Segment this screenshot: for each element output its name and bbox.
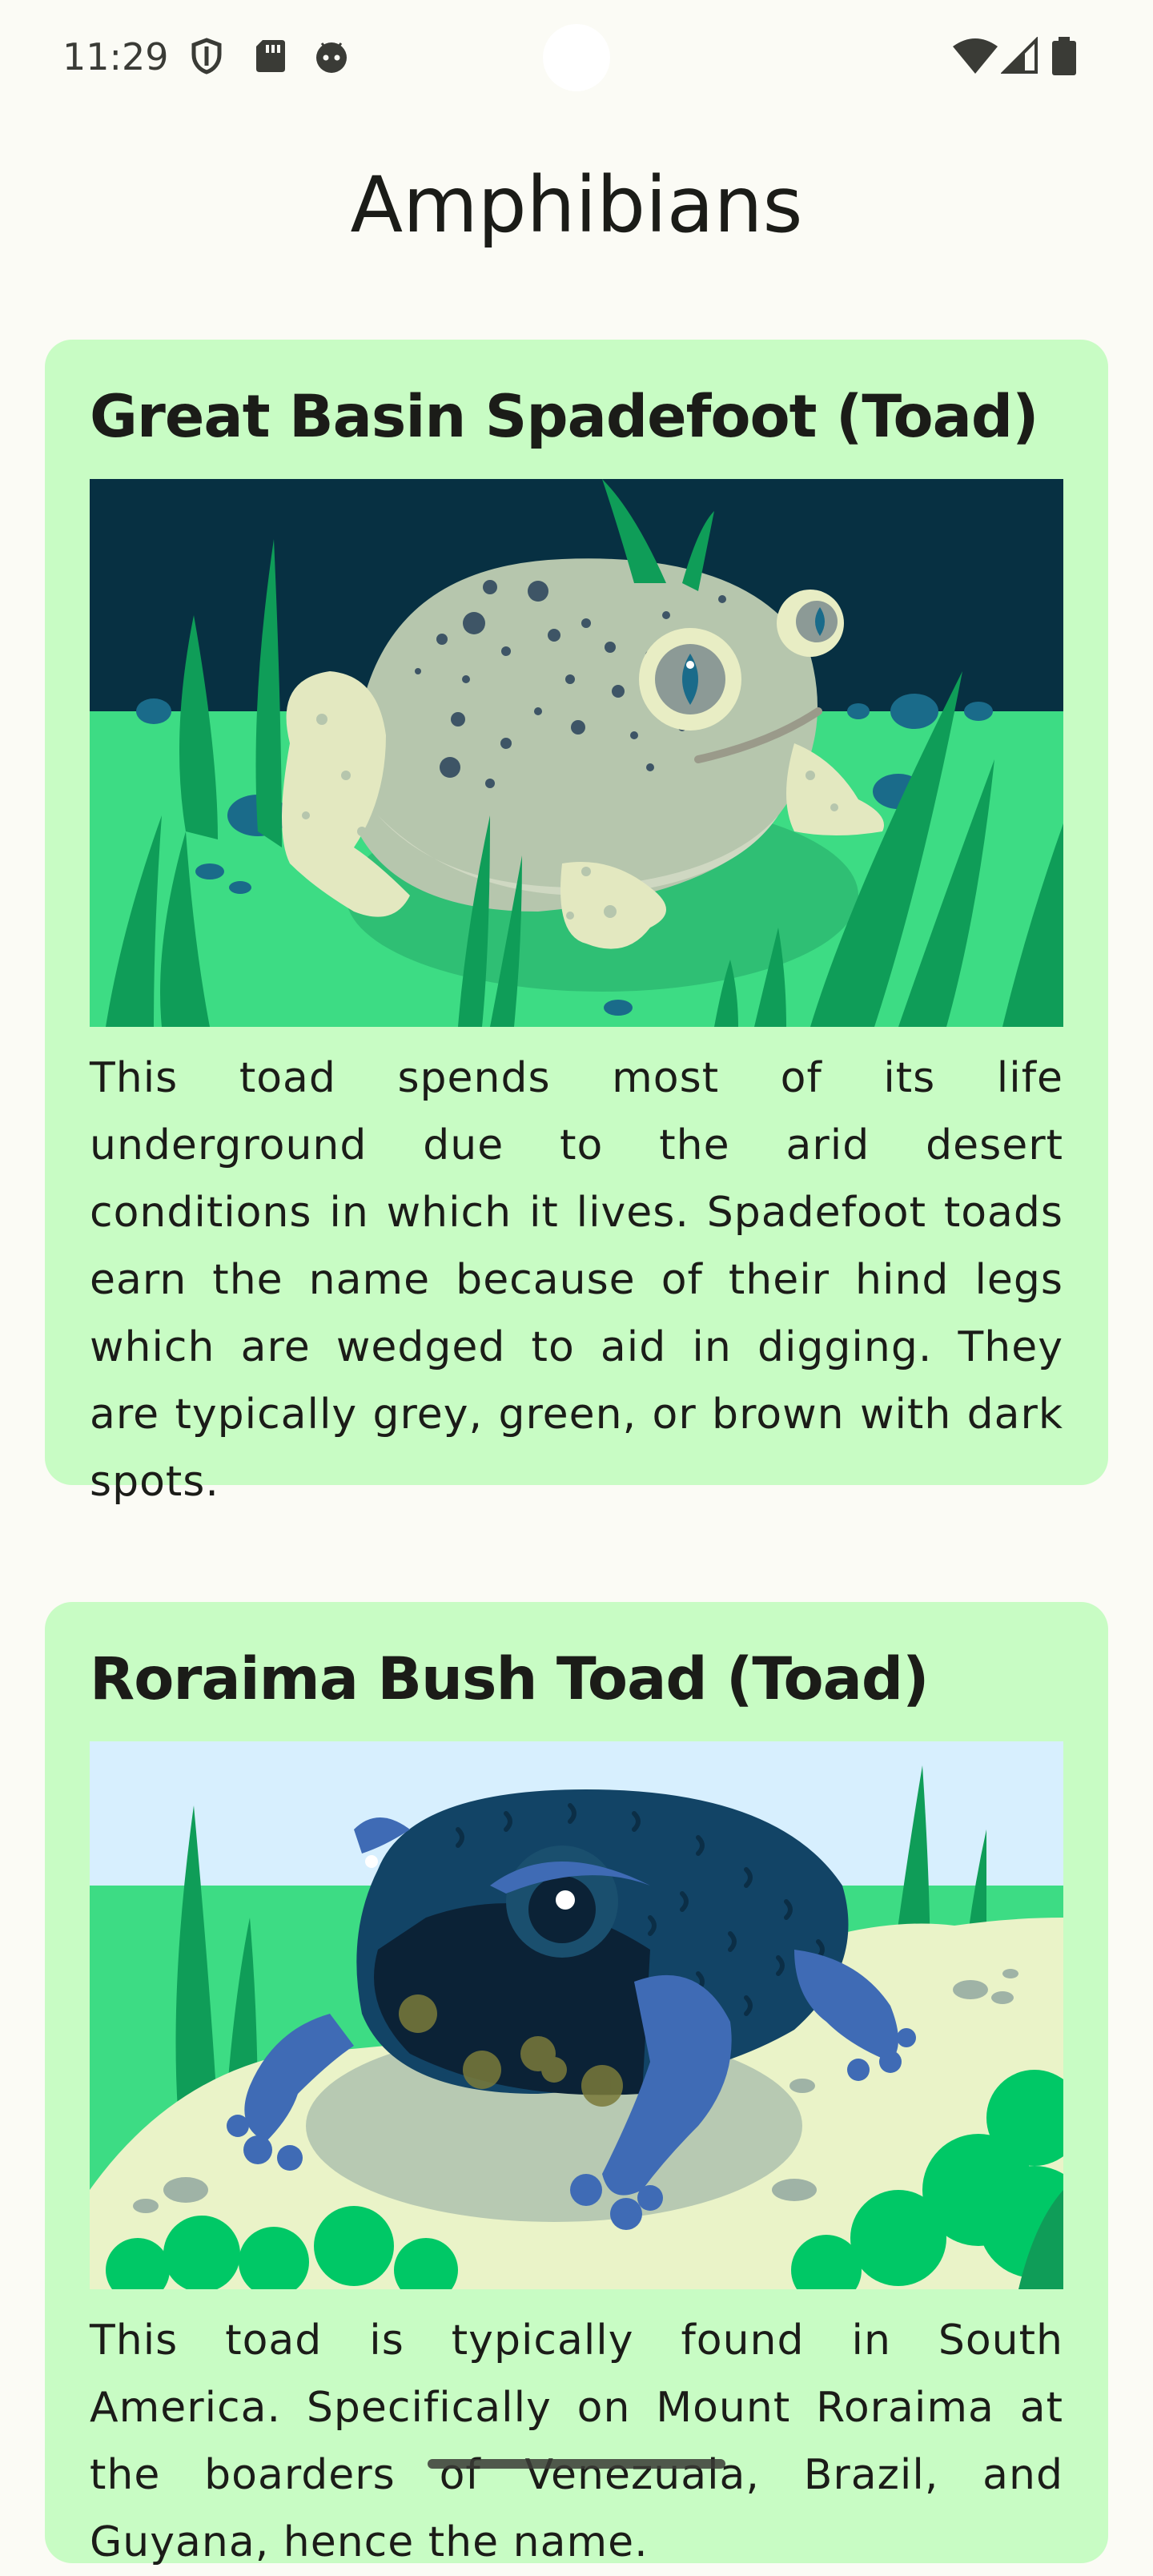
amphibian-name: Roraima Bush Toad (Toad) xyxy=(90,1645,930,1713)
status-bar: 11:29 xyxy=(0,0,1153,120)
amphibian-name: Great Basin Spadefoot (Toad) xyxy=(90,383,1039,451)
home-gesture-bar[interactable] xyxy=(428,2459,725,2469)
shield-icon xyxy=(187,37,226,75)
sd-card-icon xyxy=(251,37,290,75)
amphibian-description: This toad is typically found in South Am… xyxy=(90,2316,1063,2566)
amphibian-card[interactable]: Roraima Bush Toad (Toad) This toad is ty… xyxy=(45,1602,1108,2566)
bush-toad-illustration xyxy=(90,1741,1063,2289)
amphibian-card[interactable]: Great Basin Spadefoot (Toad) This toad s… xyxy=(45,340,1108,1506)
page-title: Amphibians xyxy=(350,160,803,250)
cellular-signal-icon xyxy=(1000,36,1039,75)
camera-cutout xyxy=(543,24,610,91)
android-face-icon xyxy=(312,37,351,75)
battery-icon xyxy=(1051,37,1078,75)
spadefoot-toad-illustration xyxy=(90,479,1063,1027)
wifi-icon xyxy=(951,37,999,75)
status-time: 11:29 xyxy=(62,35,169,78)
amphibian-description: This toad spends most of its life underg… xyxy=(90,1054,1063,1506)
